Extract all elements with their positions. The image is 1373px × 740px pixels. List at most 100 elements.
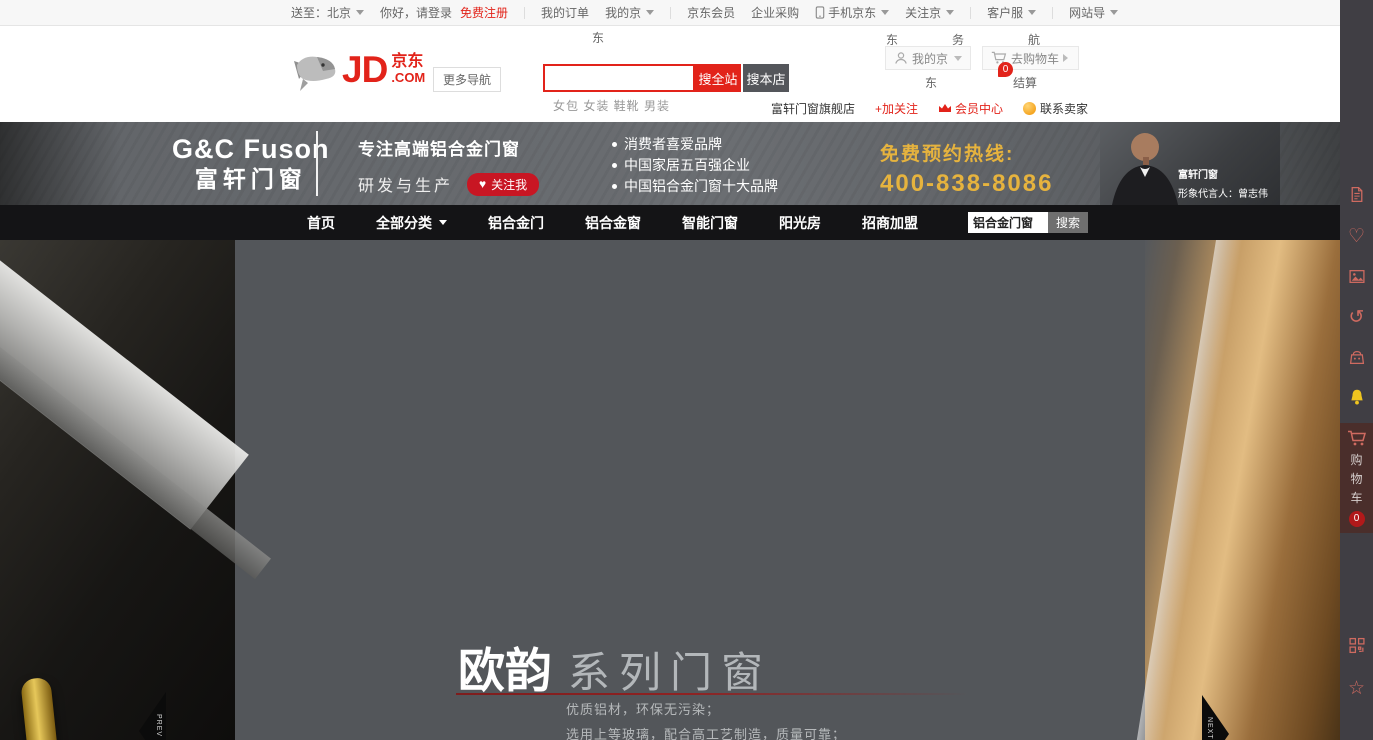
stray-text: 东 [925,74,937,91]
nav-item-all-categories[interactable]: 全部分类 [376,213,447,233]
follow-me-label: 关注我 [491,176,527,193]
enterprise-link[interactable]: 企业采购 [751,4,799,21]
jd-logo[interactable]: JD 京东 .COM [292,52,425,94]
carousel-next-button[interactable]: NEXT [1202,695,1230,740]
customer-service-link[interactable]: 客户服 [987,4,1036,21]
title-underline [456,693,968,695]
shop-navbar: 首页 全部分类 铝合金门 铝合金窗 智能门窗 阳光房 招商加盟 搜索 [0,205,1340,240]
chevron-down-icon [954,56,962,61]
my-jd-button-label: 我的京 [912,50,948,67]
login-link[interactable]: 你好，请登录 [380,4,452,21]
nav-item-aluminum-windows[interactable]: 铝合金窗 [585,213,641,233]
contact-seller-link[interactable]: 联系卖家 [1023,100,1088,117]
ship-to-link[interactable]: 送至：北京 [291,4,364,21]
cart-icon [1347,430,1367,447]
hero-carousel: PREV NEXT 欧韵系列门窗 优质铝材，环保无污染； 选用上等玻璃，配合高工… [0,240,1340,740]
cart-count-badge: 0 [1349,511,1365,527]
my-orders-link[interactable]: 我的订单 [541,4,589,21]
door-image-right [1145,240,1340,740]
series-title: 欧韵系列门窗 [458,632,772,701]
follow-shop-link[interactable]: +加关注 [875,100,918,117]
hotline: 免费预约热线: 400-838-8086 [880,139,1053,198]
site-nav-link[interactable]: 网站导 [1069,4,1118,21]
brand-honors-list: 消费者喜爱品牌 中国家居五百强企业 中国铝合金门窗十大品牌 [612,134,778,197]
nav-item-aluminum-doors[interactable]: 铝合金门 [488,213,544,233]
chevron-right-icon [1063,54,1068,62]
sidebar-cart[interactable]: 购 物 车 0 [1340,423,1373,533]
star-icon[interactable]: ☆ [1348,679,1365,698]
more-nav-button[interactable]: 更多导航 [433,67,501,92]
mobile-jd-link[interactable]: 手机京东 [815,4,889,21]
nav-item-sunroom[interactable]: 阳光房 [779,213,821,233]
history-icon[interactable]: ↺ [1349,308,1365,327]
member-center-link[interactable]: 会员中心 [938,100,1003,117]
series-title-sub: 系列门窗 [568,649,772,696]
search-site-button[interactable]: 搜全站 [695,64,741,92]
jd-member-link[interactable]: 京东会员 [687,4,735,21]
tagline-secondary: 研发与生产 [358,172,453,196]
stray-text: 东 [592,29,604,46]
list-item: 消费者喜爱品牌 [612,134,778,155]
door-handle [20,677,64,740]
nav-item-label: 全部分类 [376,213,432,233]
spokesperson-silhouette [1100,125,1190,205]
shop-search-input[interactable] [968,212,1048,233]
shop-search-bar: 搜索 [968,212,1088,233]
brand-taglines: 专注高端铝合金门窗 研发与生产 ♥关注我 [358,135,539,196]
bell-icon[interactable] [1348,388,1366,409]
next-label: NEXT [1206,717,1213,740]
cart-button-label: 去购物车 [1011,50,1059,67]
shop-name[interactable]: 富轩门窗旗舰店 [771,100,855,117]
brand-name-en: G&C Fuson [172,133,330,165]
qr-code-icon[interactable] [1348,637,1365,657]
brand-name-cn: 富轩门窗 [172,165,330,194]
spokesperson-photo: 富轩门窗 形象代言人：曾志伟 [1100,122,1280,205]
register-link[interactable]: 免费注册 [460,4,508,21]
mobile-jd-label: 手机京东 [828,4,876,21]
hot-keywords[interactable]: 女包 女装 鞋靴 男装 [553,97,670,114]
main-column: 送至：北京 你好，请登录 免费注册 我的订单 我的京 京东会员 企业采购 手机京… [0,0,1340,740]
jd-logo-com: .COM [391,70,425,85]
series-title-main: 欧韵 [458,646,552,698]
phone-icon [815,6,825,19]
topbar: 送至：北京 你好，请登录 免费注册 我的订单 我的京 京东会员 企业采购 手机京… [0,0,1340,26]
contact-icon [1023,102,1036,115]
divider [670,7,671,19]
crown-icon [938,103,952,114]
shop-search-button[interactable]: 搜索 [1048,212,1088,233]
nav-item-home[interactable]: 首页 [307,213,335,233]
divider [316,131,318,196]
bag-icon[interactable] [1348,349,1365,369]
search-shop-button[interactable]: 搜本店 [743,64,789,92]
document-icon[interactable] [1348,186,1365,206]
brand-banner: G&C Fuson 富轩门窗 专注高端铝合金门窗 研发与生产 ♥关注我 消费者喜… [0,122,1340,205]
divider [970,7,971,19]
cart-label-char: 物 [1350,470,1362,489]
go-to-cart-button[interactable]: 去购物车 [982,46,1079,70]
chevron-down-icon [881,10,889,15]
list-item: 中国铝合金门窗十大品牌 [612,176,778,197]
chevron-down-icon [356,10,364,15]
search-input[interactable] [543,64,695,92]
page: 送至：北京 你好，请登录 免费注册 我的订单 我的京 京东会员 企业采购 手机京… [0,0,1373,740]
follow-jd-link[interactable]: 关注京 [905,4,954,21]
search-bar: 搜全站 搜本店 [543,64,789,92]
prev-label: PREV [155,714,162,737]
hotline-number: 400-838-8086 [880,170,1053,198]
spokesperson-title: 形象代言人：曾志伟 [1178,185,1268,200]
cart-label-char: 购 [1350,451,1362,470]
follow-me-button[interactable]: ♥关注我 [467,173,539,196]
door-image-left [0,240,235,740]
chevron-down-icon [439,220,447,225]
my-jd-button[interactable]: 我的京 [885,46,971,70]
heart-icon[interactable]: ♡ [1348,227,1365,246]
nav-item-smart-windows[interactable]: 智能门窗 [682,213,738,233]
carousel-prev-button[interactable]: PREV [138,692,166,740]
brand-logo: G&C Fuson 富轩门窗 [172,133,330,194]
gallery-icon[interactable] [1348,268,1365,288]
jd-mascot-icon [292,52,338,94]
chevron-down-icon [1028,10,1036,15]
chevron-down-icon [646,10,654,15]
my-jd-link[interactable]: 我的京 [605,4,654,21]
nav-item-franchise[interactable]: 招商加盟 [862,213,918,233]
